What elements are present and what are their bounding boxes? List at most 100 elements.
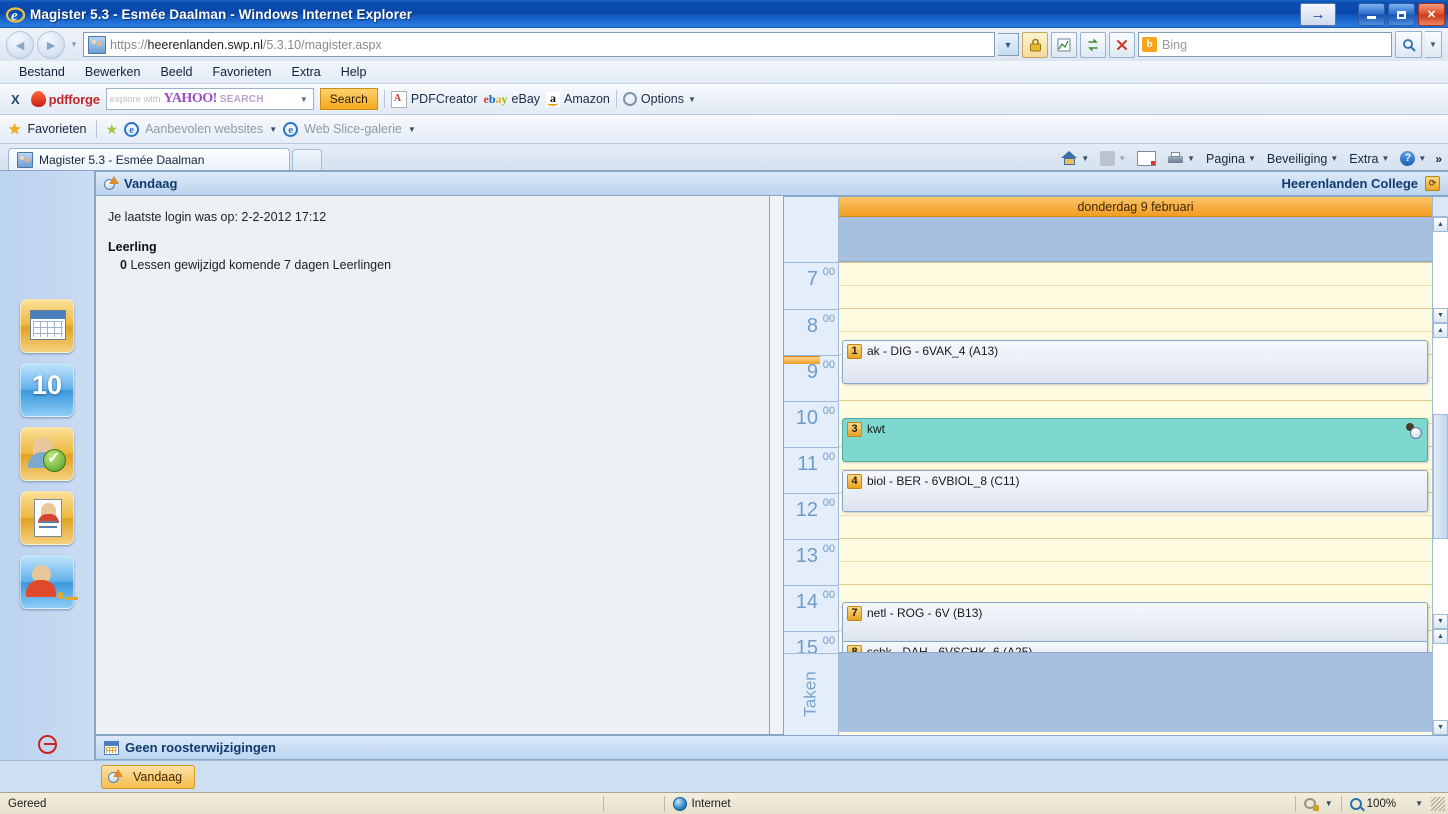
zoom-control[interactable]: 100% ▼ bbox=[1342, 797, 1431, 810]
logout-icon[interactable] bbox=[38, 734, 57, 754]
menu-beeld[interactable]: Beeld bbox=[151, 63, 201, 81]
home-chevron-down-icon[interactable]: ▼ bbox=[1081, 154, 1089, 163]
grid-scroll-down-button[interactable]: ▼ bbox=[1433, 614, 1448, 630]
logout-area[interactable] bbox=[0, 728, 95, 760]
lesson-block[interactable]: 3 kwt bbox=[842, 418, 1428, 462]
minute-label: 00 bbox=[822, 266, 835, 278]
info-pane-scrollbar[interactable] bbox=[770, 196, 784, 735]
menu-favorieten[interactable]: Favorieten bbox=[203, 63, 280, 81]
options-button[interactable]: Options ▼ bbox=[622, 92, 696, 106]
search-dropdown-button[interactable]: ▼ bbox=[1425, 31, 1442, 58]
refresh-icon[interactable]: ⟳ bbox=[1425, 176, 1440, 191]
feeds-chevron-down-icon[interactable]: ▼ bbox=[1118, 154, 1126, 163]
menu-help[interactable]: Help bbox=[332, 63, 376, 81]
new-tab-button[interactable] bbox=[292, 149, 322, 170]
feeds-button[interactable]: ▼ bbox=[1096, 149, 1130, 168]
grid-scroll-thumb[interactable] bbox=[1433, 413, 1448, 539]
search-button[interactable]: Search bbox=[319, 88, 378, 110]
pdfcreator-button[interactable]: PDFCreator bbox=[390, 90, 478, 108]
menu-extra[interactable]: Extra bbox=[283, 63, 330, 81]
forward-button[interactable]: ► bbox=[37, 30, 65, 59]
allday-scroll-track[interactable] bbox=[1433, 232, 1448, 308]
ebay-button[interactable]: ebay eBay bbox=[484, 92, 541, 107]
menu-bewerken[interactable]: Bewerken bbox=[76, 63, 150, 81]
privacy-chevron-down-icon[interactable]: ▼ bbox=[1325, 799, 1333, 808]
add-favorite-icon[interactable]: ★ bbox=[106, 122, 119, 136]
tab-magister[interactable]: Magister 5.3 - Esmée Daalman bbox=[8, 148, 290, 170]
address-dropdown-button[interactable]: ▼ bbox=[998, 33, 1019, 56]
page-menu-button[interactable]: Pagina ▼ bbox=[1202, 150, 1260, 168]
zoom-level-label: 100% bbox=[1366, 797, 1397, 810]
sidebar-item-aanwezigheid[interactable] bbox=[20, 427, 74, 481]
print-chevron-down-icon[interactable]: ▼ bbox=[1187, 154, 1195, 163]
suggested-sites-button[interactable]: Aanbevolen websites bbox=[145, 122, 263, 136]
close-button[interactable]: ✕ bbox=[1418, 3, 1445, 26]
minute-label: 00 bbox=[822, 405, 835, 417]
changed-lessons-text: Lessen gewijzigd komende 7 dagen Leerlin… bbox=[130, 258, 392, 272]
suggested-sites-chevron-down-icon[interactable]: ▼ bbox=[269, 125, 277, 134]
compatibility-view-icon[interactable] bbox=[1051, 31, 1077, 58]
refresh-button[interactable] bbox=[1080, 31, 1106, 58]
lesson-number: 3 bbox=[847, 422, 862, 437]
help-chevron-down-icon[interactable]: ▼ bbox=[1418, 154, 1426, 163]
web-slice-button[interactable]: Web Slice-galerie bbox=[304, 122, 402, 136]
lesson-block[interactable]: 1 ak - DIG - 6VAK_4 (A13) bbox=[842, 340, 1428, 384]
sidebar-item-account[interactable] bbox=[20, 555, 78, 609]
zoom-chevron-down-icon[interactable]: ▼ bbox=[1401, 799, 1423, 808]
favorites-button[interactable]: Favorieten bbox=[27, 122, 86, 136]
yahoo-search-word: SEARCH bbox=[219, 93, 264, 105]
safety-chevron-down-icon[interactable]: ▼ bbox=[1330, 154, 1338, 163]
web-slice-chevron-down-icon[interactable]: ▼ bbox=[408, 125, 416, 134]
minimize-button[interactable] bbox=[1358, 3, 1385, 26]
menu-bestand[interactable]: Bestand bbox=[10, 63, 74, 81]
recent-pages-dropdown[interactable]: ▼ bbox=[68, 40, 80, 49]
grid-scroll-track-top[interactable] bbox=[1433, 337, 1448, 414]
tools-chevron-down-icon[interactable]: ▼ bbox=[1381, 154, 1389, 163]
sidebar-item-leerlingdossier[interactable] bbox=[20, 491, 74, 545]
grid-scroll-track-bottom[interactable] bbox=[1433, 538, 1448, 615]
allday-scroll-up-button[interactable]: ▲ bbox=[1433, 217, 1448, 232]
pdfforge-brand[interactable]: pdfforge bbox=[30, 90, 100, 108]
sidebar-item-cijfers[interactable]: 10 bbox=[20, 363, 74, 417]
tools-menu-button[interactable]: Extra ▼ bbox=[1345, 150, 1393, 168]
yahoo-dropdown-icon[interactable]: ▼ bbox=[300, 95, 310, 104]
tasks-label-cell: Taken bbox=[784, 653, 838, 733]
yahoo-search-input[interactable]: explore with YAHOO! SEARCH ▼ bbox=[105, 88, 314, 110]
amazon-button[interactable]: a Amazon bbox=[546, 91, 610, 107]
help-menu-button[interactable]: ? ▼ bbox=[1396, 149, 1430, 168]
vandaag-button[interactable]: Vandaag bbox=[101, 764, 196, 789]
tasks-label: Taken bbox=[801, 670, 820, 717]
grid-line bbox=[839, 561, 1432, 562]
home-button[interactable]: ▼ bbox=[1057, 149, 1093, 168]
school-name: Heerenlanden College bbox=[1281, 176, 1418, 191]
lock-icon[interactable] bbox=[1022, 31, 1048, 58]
lesson-block[interactable]: 8 schk - DAH - 6VSCHK_6 (A25) bbox=[842, 641, 1428, 652]
back-button[interactable]: ◄ bbox=[6, 30, 34, 59]
address-input[interactable]: https://heerenlanden.swp.nl/5.3.10/magis… bbox=[83, 32, 995, 57]
tasks-scroll-track[interactable] bbox=[1433, 644, 1448, 720]
maximize-button[interactable] bbox=[1388, 3, 1415, 26]
security-zone[interactable]: Internet bbox=[665, 796, 739, 811]
tasks-scroll-down-button[interactable]: ▼ bbox=[1433, 720, 1448, 735]
gear-icon bbox=[622, 92, 637, 106]
lesson-block[interactable]: 7 netl - ROG - 6V (B13) bbox=[842, 602, 1428, 644]
mail-button[interactable] bbox=[1133, 149, 1160, 168]
tasks-scroll-up-button[interactable]: ▲ bbox=[1433, 629, 1448, 645]
search-go-button[interactable] bbox=[1395, 31, 1422, 58]
privacy-report-button[interactable]: ▼ bbox=[1296, 797, 1341, 811]
grid-scroll-up-button[interactable]: ▲ bbox=[1433, 322, 1448, 338]
overflow-chevron-icon[interactable]: » bbox=[1433, 152, 1444, 166]
page-chevron-down-icon[interactable]: ▼ bbox=[1248, 154, 1256, 163]
lesson-block[interactable]: 4 biol - BER - 6VBIOL_8 (C11) bbox=[842, 470, 1428, 512]
allday-scroll-down-button[interactable]: ▼ bbox=[1433, 307, 1448, 323]
toolbar-close-button[interactable]: X bbox=[6, 92, 25, 107]
stop-button[interactable] bbox=[1109, 31, 1135, 58]
print-button[interactable]: ▼ bbox=[1163, 150, 1199, 168]
restore-arrow-button[interactable]: → bbox=[1300, 3, 1336, 26]
sidebar-item-agenda[interactable] bbox=[20, 299, 74, 353]
search-input[interactable]: b Bing bbox=[1138, 32, 1392, 57]
safety-menu-button[interactable]: Beveiliging ▼ bbox=[1263, 150, 1342, 168]
grid-line bbox=[839, 400, 1432, 401]
resize-grip[interactable] bbox=[1431, 796, 1445, 811]
chevron-down-icon[interactable]: ▼ bbox=[688, 95, 696, 104]
